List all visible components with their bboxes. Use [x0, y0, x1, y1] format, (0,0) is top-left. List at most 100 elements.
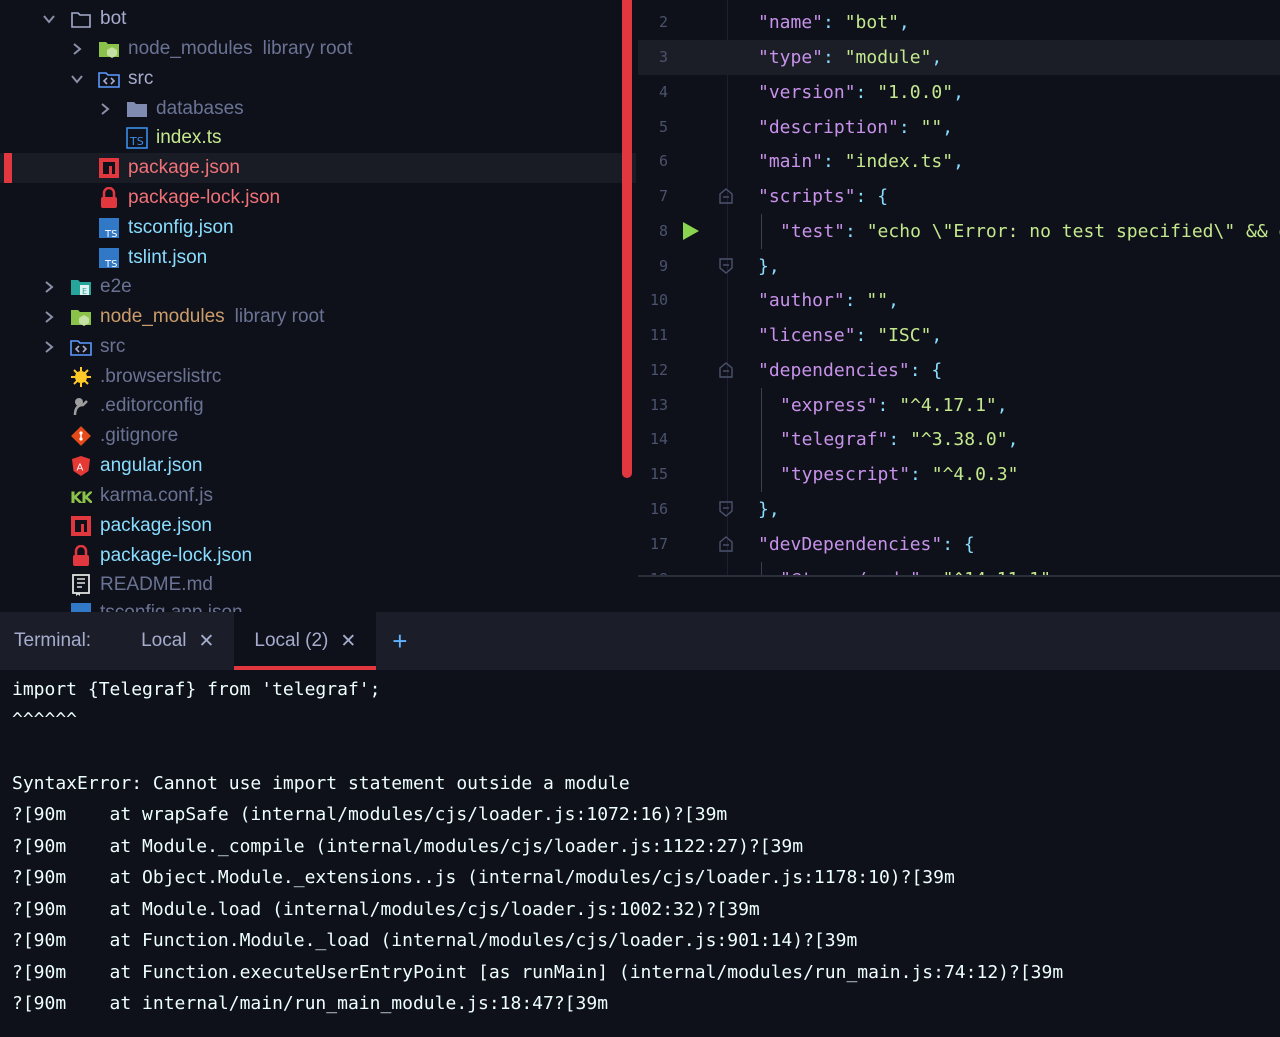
code-text: "express": "^4.17.1", — [780, 394, 1008, 416]
chevron-down-icon[interactable] — [42, 12, 56, 26]
chevron-right-icon[interactable] — [42, 310, 56, 324]
typescript-file-icon: TS — [126, 127, 148, 149]
code-line[interactable]: 12 "dependencies": { — [638, 353, 1280, 388]
line-number: 4 — [658, 83, 668, 102]
tree-item-browserslistrc[interactable]: .browserslistrc — [0, 362, 636, 392]
close-icon[interactable]: ✕ — [340, 630, 356, 653]
tree-item-label: tsconfig.json — [128, 217, 234, 238]
readme-icon — [70, 574, 92, 596]
line-number: 9 — [658, 257, 668, 276]
tree-item-package-json-selected[interactable]: package.json — [0, 153, 636, 183]
close-icon[interactable]: ✕ — [199, 630, 215, 653]
code-text: "telegraf": "^3.38.0", — [780, 428, 1019, 450]
terminal-line: ?[90m at internal/main/run_main_module.j… — [12, 993, 609, 1015]
tree-item-src[interactable]: src — [0, 64, 636, 94]
tree-item-databases[interactable]: databases — [0, 94, 636, 124]
line-number: 14 — [649, 430, 668, 449]
code-line[interactable]: 13 "express": "^4.17.1", — [638, 388, 1280, 423]
fold-close-icon[interactable] — [718, 257, 734, 275]
code-line[interactable]: 5 "description": "", — [638, 110, 1280, 145]
terminal-tab-local[interactable]: Local ✕ — [121, 612, 234, 670]
line-number: 6 — [658, 152, 668, 171]
code-line[interactable]: 10 "author": "", — [638, 283, 1280, 318]
svg-text:TS: TS — [129, 135, 144, 148]
tree-item-label: e2e — [100, 276, 132, 297]
tree-item-gitignore[interactable]: .gitignore — [0, 421, 636, 451]
tree-item-package-lock[interactable]: package-lock.json — [0, 183, 636, 213]
tree-item-label: node_modules — [128, 38, 253, 59]
tree-item-label: package-lock.json — [100, 545, 253, 566]
node-folder-icon — [70, 306, 92, 328]
line-number: 7 — [658, 187, 668, 206]
line-number: 5 — [658, 118, 668, 137]
terminal-line: ?[90m at wrapSafe (internal/modules/cjs/… — [12, 804, 728, 826]
tree-item-node-modules-root[interactable]: node_modules library root — [0, 302, 636, 332]
chevron-right-icon[interactable] — [42, 280, 56, 294]
code-line[interactable]: 2 "name": "bot", — [638, 5, 1280, 40]
chevron-right-icon[interactable] — [98, 102, 112, 116]
code-text: "main": "index.ts", — [758, 150, 964, 172]
code-line[interactable]: 16 }, — [638, 492, 1280, 527]
line-number: 17 — [649, 535, 668, 554]
tree-item-karma-conf[interactable]: KK karma.conf.js — [0, 481, 636, 511]
code-line[interactable]: 9 }, — [638, 249, 1280, 284]
browserslist-icon — [70, 366, 92, 388]
tree-item-index-ts[interactable]: TS index.ts — [0, 123, 636, 153]
e2e-folder-icon: E — [70, 276, 92, 298]
folder-icon — [126, 98, 148, 120]
code-editor[interactable]: 2 "name": "bot", 3 "type": "module", 4 "… — [638, 0, 1280, 575]
tree-item-node-modules[interactable]: node_modules library root — [0, 34, 636, 64]
fold-open-icon[interactable] — [718, 187, 734, 205]
code-text: "devDependencies": { — [758, 533, 975, 555]
npm-icon — [70, 515, 92, 537]
line-number: 15 — [649, 465, 668, 484]
tree-item-angular-json[interactable]: A angular.json — [0, 451, 636, 481]
fold-open-icon[interactable] — [718, 361, 734, 379]
code-line[interactable]: 15 "typescript": "^4.0.3" — [638, 457, 1280, 492]
svg-text:A: A — [77, 463, 84, 474]
code-line[interactable]: 7 "scripts": { — [638, 179, 1280, 214]
fold-open-icon[interactable] — [718, 535, 734, 553]
editor-bottom-area — [638, 575, 1280, 614]
code-line[interactable]: 8 "test": "echo \"Error: no test specifi… — [638, 214, 1280, 249]
code-line[interactable]: 4 "version": "1.0.0", — [638, 75, 1280, 110]
tree-item-package-lock-root[interactable]: package-lock.json — [0, 541, 636, 571]
terminal-line: SyntaxError: Cannot use import statement… — [12, 773, 630, 795]
tree-item-readme[interactable]: README.md — [0, 570, 636, 600]
tree-item-label: package-lock.json — [128, 187, 281, 208]
new-terminal-button[interactable]: + — [376, 612, 407, 670]
fold-close-icon[interactable] — [718, 500, 734, 518]
code-text: "scripts": { — [758, 185, 889, 207]
tree-item-tslint[interactable]: TS tslint.json — [0, 243, 636, 273]
tab-label: Local — [141, 630, 187, 651]
line-number: 10 — [649, 291, 668, 310]
code-line-current[interactable]: 3 "type": "module", — [638, 40, 1280, 75]
tree-item-label: tslint.json — [128, 247, 208, 268]
tree-item-label: src — [128, 68, 154, 89]
terminal-output[interactable]: import {Telegraf} from 'telegraf'; ^^^^^… — [0, 670, 1280, 1037]
chevron-down-icon[interactable] — [70, 72, 84, 86]
terminal-line: ?[90m at Module._compile (internal/modul… — [12, 836, 804, 858]
tree-scrollbar[interactable] — [622, 0, 632, 478]
tree-item-bot[interactable]: bot — [0, 4, 636, 34]
tree-item-e2e[interactable]: E e2e — [0, 272, 636, 302]
line-number: 3 — [658, 48, 668, 67]
code-line-partial[interactable]: 18 "@types/node": "^14.11.1", — [638, 562, 1280, 575]
code-line[interactable]: 14 "telegraf": "^3.38.0", — [638, 422, 1280, 457]
tree-item-editorconfig[interactable]: .editorconfig — [0, 391, 636, 421]
run-script-icon[interactable] — [680, 220, 702, 242]
terminal-line: ?[90m at Module.load (internal/modules/c… — [12, 899, 760, 921]
chevron-right-icon[interactable] — [70, 42, 84, 56]
code-text: "description": "", — [758, 116, 954, 138]
code-line[interactable]: 6 "main": "index.ts", — [638, 144, 1280, 179]
svg-text:TS: TS — [104, 259, 117, 269]
tree-item-tsconfig-app[interactable]: tsconfig.app.json — [0, 598, 636, 612]
code-line[interactable]: 17 "devDependencies": { — [638, 527, 1280, 562]
svg-text:TS: TS — [104, 229, 117, 239]
code-line[interactable]: 11 "license": "ISC", — [638, 318, 1280, 353]
terminal-tab-local-2[interactable]: Local (2) ✕ — [234, 612, 377, 670]
tree-item-package-json-root[interactable]: package.json — [0, 511, 636, 541]
tree-item-tsconfig[interactable]: TS tsconfig.json — [0, 213, 636, 243]
tree-item-src-root[interactable]: src — [0, 332, 636, 362]
chevron-right-icon[interactable] — [42, 340, 56, 354]
